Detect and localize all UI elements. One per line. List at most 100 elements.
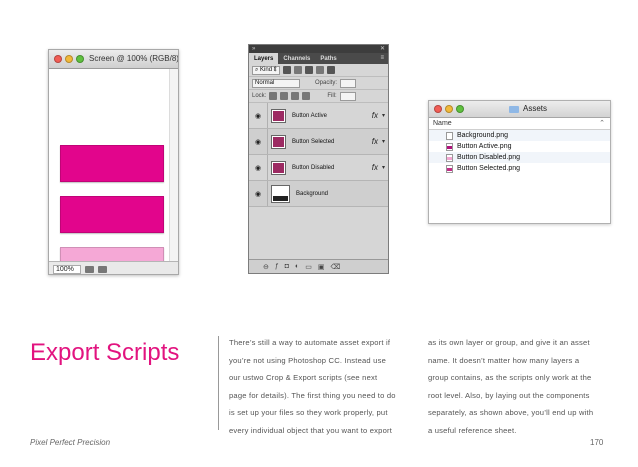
eye-icon[interactable]: ◉ (252, 190, 264, 198)
list-item[interactable]: Background.png (429, 130, 610, 141)
layers-panel: » ✕ Layers Channels Paths ≡ ⌕ Kind ⇕ Nor… (248, 44, 389, 274)
file-name: Button Selected.png (457, 165, 521, 172)
chevron-down-icon[interactable]: ▾ (382, 112, 385, 119)
lock-all-icon[interactable] (302, 92, 311, 100)
fill-field[interactable] (339, 91, 356, 101)
file-name: Background.png (457, 132, 508, 139)
document-info-icon[interactable] (85, 265, 94, 273)
fx-icon[interactable]: fx (372, 163, 378, 172)
kind-filter-select[interactable]: ⌕ Kind ⇕ (252, 65, 281, 75)
body-line: a useful reference sheet. (428, 425, 517, 435)
pixel-filter-icon[interactable] (283, 66, 292, 74)
body-line: our ustwo Crop & Export scripts (see nex… (229, 373, 378, 382)
eye-icon[interactable]: ◉ (252, 164, 264, 172)
zoom-field[interactable]: 100% (53, 264, 81, 274)
close-button[interactable] (54, 55, 62, 63)
layer-row[interactable]: ◉ Button Selected fx ▾ (249, 129, 388, 155)
page-number: 170 (590, 438, 604, 447)
layer-thumbnail (271, 108, 286, 123)
window-title-bar: Assets (429, 101, 610, 118)
zoom-button[interactable] (76, 55, 84, 63)
divider (267, 155, 268, 180)
body-line: There’s still a way to automate asset ex… (229, 338, 391, 347)
lock-pixels-icon[interactable] (280, 92, 289, 100)
layer-row[interactable]: ◉ Button Disabled fx ▾ (249, 155, 388, 181)
type-filter-icon[interactable] (305, 66, 314, 74)
minimize-button[interactable] (65, 55, 73, 63)
add-mask-icon[interactable]: ◘ (285, 263, 289, 273)
fx-icon[interactable]: fx (372, 137, 378, 146)
list-item[interactable]: Button Active.png (429, 141, 610, 152)
name-column-header[interactable]: Name ⌃ (429, 118, 610, 130)
vertical-scrollbar[interactable] (169, 69, 178, 263)
body-line: you’re not using Photoshop CC. Instead u… (229, 355, 386, 365)
trash-icon[interactable]: ⌫ (331, 263, 341, 273)
layer-row[interactable]: ◉ Button Active fx ▾ (249, 103, 388, 129)
layer-name: Background (296, 190, 329, 197)
layer-thumbnail (271, 184, 290, 203)
blend-row: Normal Opacity: (249, 77, 388, 90)
layer-name: Button Selected (292, 138, 335, 145)
close-button[interactable] (434, 105, 442, 113)
divider (267, 103, 268, 128)
zoom-button[interactable] (456, 105, 464, 113)
panel-tabs: Layers Channels Paths ≡ (249, 53, 388, 64)
window-controls (54, 55, 84, 63)
shape-filter-icon[interactable] (316, 66, 325, 74)
png-file-icon (446, 142, 453, 151)
column-header-label: Name (433, 120, 452, 127)
lock-position-icon[interactable] (291, 92, 300, 100)
file-name: Button Disabled.png (457, 154, 521, 161)
link-layers-icon[interactable]: ⊖ (263, 263, 269, 273)
divider (267, 129, 268, 154)
button-selected-swatch (60, 196, 164, 233)
body-line: is set up your files so they work proper… (229, 408, 388, 417)
list-item[interactable]: Button Disabled.png (429, 152, 610, 163)
collapse-icon[interactable]: » (252, 45, 255, 53)
chevron-down-icon[interactable]: ▾ (382, 138, 385, 145)
png-file-icon (446, 164, 453, 173)
column-divider (218, 336, 219, 430)
tab-channels[interactable]: Channels (278, 53, 315, 64)
window-title: Screen @ 100% (RGB/8) (89, 54, 179, 63)
eye-icon[interactable]: ◉ (252, 112, 264, 120)
body-line: name. It doesn’t matter how many layers … (428, 355, 580, 365)
tab-layers[interactable]: Layers (249, 53, 279, 64)
body-column-2: as its own layer or group, and give it a… (428, 334, 616, 439)
list-item[interactable]: Button Selected.png (429, 163, 610, 174)
png-file-icon (446, 131, 453, 140)
tab-paths[interactable]: Paths (315, 53, 341, 64)
panel-header: » ✕ (249, 45, 388, 53)
panel-menu-icon[interactable]: ≡ (376, 53, 388, 64)
body-line: as its own layer or group, and give it a… (428, 338, 590, 347)
lock-label: Lock: (252, 93, 267, 99)
file-name: Button Active.png (457, 143, 512, 150)
layer-row[interactable]: ◉ Background (249, 181, 388, 207)
lock-transparency-icon[interactable] (269, 92, 278, 100)
screen-document-window: Screen @ 100% (RGB/8) 100% (48, 49, 179, 275)
add-style-icon[interactable]: ƒ (275, 263, 279, 273)
body-column-1: There’s still a way to automate asset ex… (229, 334, 417, 439)
share-icon[interactable] (98, 265, 107, 273)
close-panel-icon[interactable]: ✕ (380, 45, 385, 53)
eye-icon[interactable]: ◉ (252, 138, 264, 146)
adjustment-layer-icon[interactable]: ◐ (295, 263, 299, 273)
divider (267, 181, 268, 206)
chevron-up-icon[interactable]: ⌃ (599, 119, 605, 127)
chevron-down-icon[interactable]: ▾ (382, 164, 385, 171)
new-layer-icon[interactable]: ▣ (318, 263, 325, 273)
layer-thumbnail (271, 134, 286, 149)
new-group-icon[interactable]: ▭ (305, 263, 312, 273)
footer-title: Pixel Perfect Precision (30, 438, 111, 447)
opacity-field[interactable] (340, 78, 357, 88)
adjustment-filter-icon[interactable] (294, 66, 303, 74)
fill-label: Fill: (327, 93, 337, 99)
fx-icon[interactable]: fx (372, 111, 378, 120)
layer-name: Button Active (292, 112, 328, 119)
body-line: page for details). The first thing you n… (229, 390, 396, 400)
blend-mode-select[interactable]: Normal (252, 78, 300, 88)
assets-finder-window: Assets Name ⌃ Background.png Button Acti… (428, 100, 611, 224)
minimize-button[interactable] (445, 105, 453, 113)
body-line: every individual object that you want to… (229, 425, 393, 435)
smart-object-filter-icon[interactable] (327, 66, 336, 74)
